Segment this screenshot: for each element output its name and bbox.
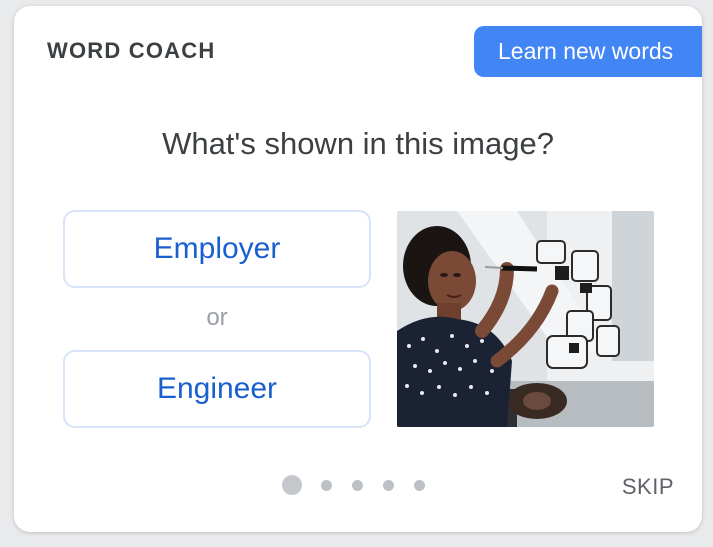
progress-dots [282, 474, 445, 496]
progress-dot-current [282, 475, 302, 495]
progress-dot [383, 479, 394, 491]
or-separator: or [206, 304, 228, 331]
progress-dot [414, 479, 425, 491]
learn-new-words-button[interactable]: Learn new words [474, 26, 702, 77]
word-coach-card: WORD COACH Learn new words What's shown … [14, 6, 702, 532]
progress-dot [321, 479, 332, 491]
answer-option-employer[interactable]: Employer [63, 210, 371, 288]
quiz-image [397, 211, 654, 427]
card-title: WORD COACH [47, 38, 216, 63]
quiz-question: What's shown in this image? [162, 126, 554, 161]
progress-dot [352, 479, 363, 491]
answer-option-engineer[interactable]: Engineer [63, 350, 371, 428]
skip-button[interactable]: SKIP [622, 474, 674, 500]
